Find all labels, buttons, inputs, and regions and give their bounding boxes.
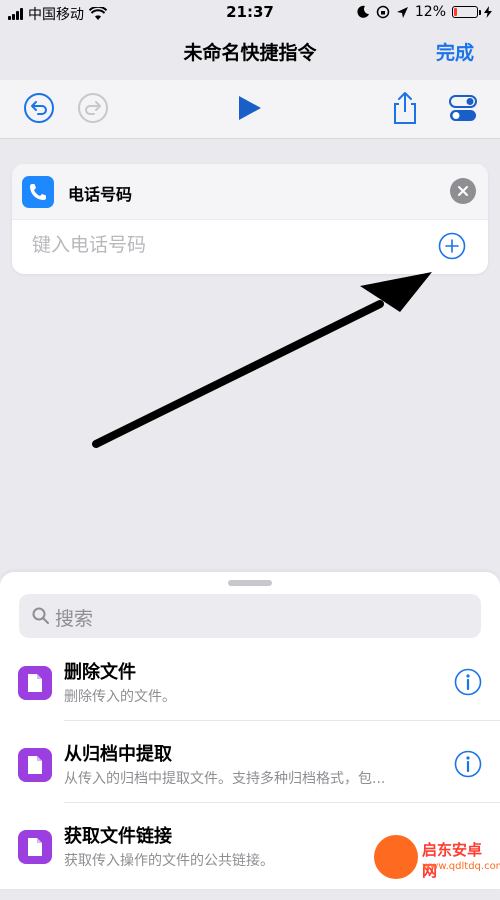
share-icon[interactable]: [388, 91, 422, 125]
divider: [64, 802, 500, 803]
list-item-extract-archive[interactable]: 从归档中提取 从传入的归档中提取文件。支持多种归档格式，包...: [0, 736, 500, 818]
card-header: 电话号码: [12, 164, 488, 220]
search-input[interactable]: 搜索: [55, 604, 93, 631]
search-icon: [32, 607, 49, 624]
info-icon[interactable]: [454, 750, 482, 778]
play-icon[interactable]: [233, 91, 267, 125]
action-title: 删除文件: [64, 662, 136, 683]
settings-toggle-icon[interactable]: [446, 91, 480, 125]
sheet-grabber[interactable]: [228, 580, 272, 586]
watermark-url: www.qdltdq.com: [422, 861, 500, 872]
add-circle-icon[interactable]: [438, 232, 466, 260]
action-title: 获取文件链接: [64, 826, 172, 847]
action-subtitle: 从传入的归档中提取文件。支持多种归档格式，包...: [64, 771, 386, 787]
location-icon: [396, 6, 408, 18]
phone-icon: [22, 176, 54, 208]
status-right: 12%: [356, 4, 492, 20]
close-icon: [458, 186, 468, 196]
battery-percent: 12%: [414, 4, 446, 20]
remove-action-button[interactable]: [450, 178, 476, 204]
info-icon[interactable]: [454, 668, 482, 696]
card-title: 电话号码: [68, 185, 133, 204]
done-button[interactable]: 完成: [436, 38, 474, 65]
page-title: 未命名快捷指令: [183, 42, 317, 64]
rotation-lock-icon: [376, 5, 390, 19]
divider: [64, 720, 500, 721]
watermark: 启东安卓网 www.qdltdq.com: [374, 835, 500, 883]
nav-bar: 未命名快捷指令 完成: [0, 26, 500, 76]
watermark-text: 启东安卓网: [422, 841, 483, 880]
charging-icon: [484, 6, 492, 18]
watermark-logo: [374, 835, 418, 879]
action-title: 从归档中提取: [64, 744, 172, 765]
phone-number-input[interactable]: 键入电话号码: [32, 230, 146, 257]
action-subtitle: 删除传入的文件。: [64, 689, 176, 705]
redo-icon[interactable]: [76, 91, 110, 125]
moon-icon: [357, 5, 369, 18]
phone-number-action-card[interactable]: 电话号码 键入电话号码: [12, 164, 488, 274]
list-item-delete-files[interactable]: 删除文件 删除传入的文件。: [0, 654, 500, 736]
search-bar[interactable]: 搜索: [19, 594, 481, 638]
undo-icon[interactable]: [22, 91, 56, 125]
file-icon: [18, 830, 52, 864]
file-icon: [18, 666, 52, 700]
battery-icon: [452, 6, 481, 18]
status-bar: 中国移动 21:37 12%: [0, 0, 500, 26]
file-icon: [18, 748, 52, 782]
editor-toolbar: [0, 80, 500, 139]
